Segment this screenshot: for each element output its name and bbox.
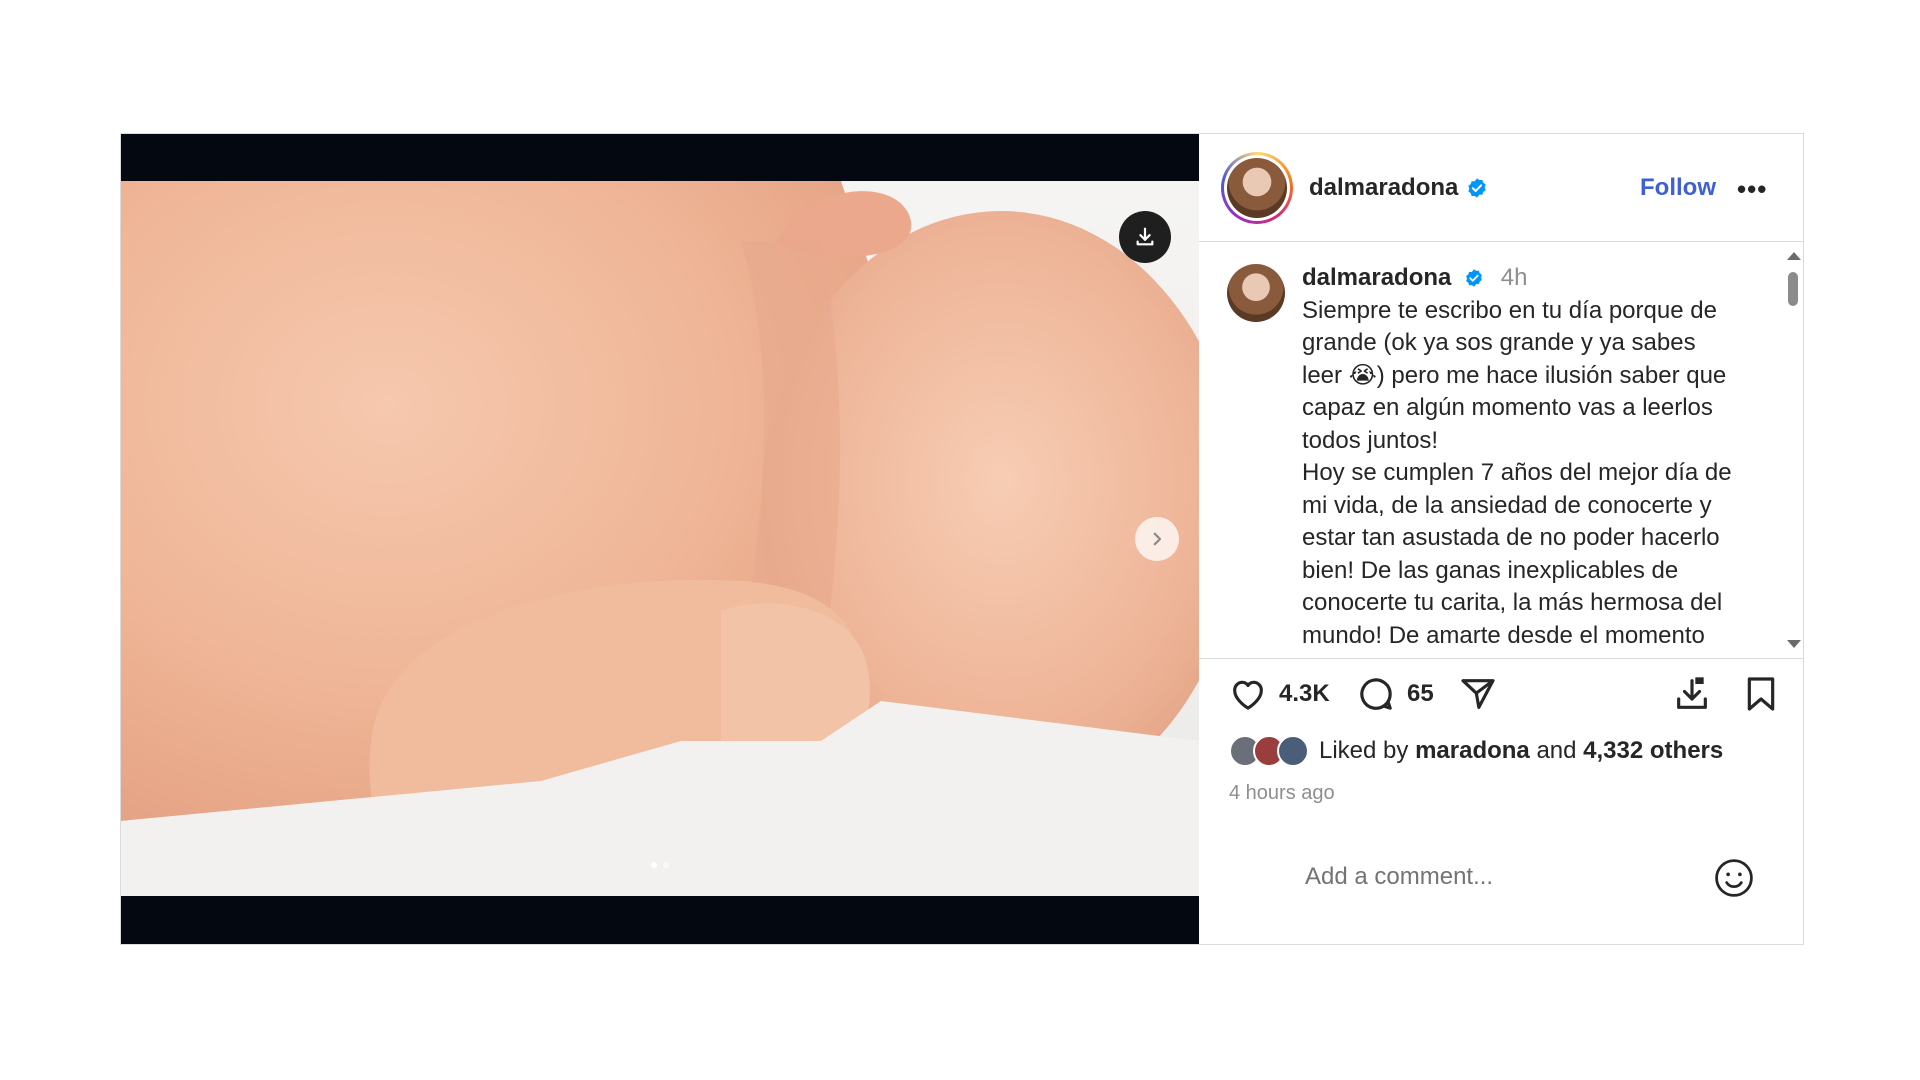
post-photo (121, 181, 1199, 896)
scroll-down-arrow[interactable] (1787, 640, 1801, 648)
likes-count[interactable]: 4.3K (1279, 680, 1330, 708)
caption-scrollbar[interactable] (1783, 242, 1803, 658)
comment-action[interactable]: 65 (1355, 674, 1434, 714)
liked-by-and: and (1536, 737, 1577, 764)
carousel-dot (663, 862, 669, 868)
caption-scroll-area[interactable]: dalmaradona 4h Siempre te escribo en tu … (1199, 242, 1803, 659)
verified-badge-icon (1468, 178, 1487, 198)
carousel-dots (121, 862, 1199, 868)
post-header: dalmaradona Follow ••• (1199, 134, 1803, 242)
download-icon[interactable] (1671, 674, 1713, 714)
liked-by-others-link[interactable]: 4,332 others (1583, 737, 1723, 765)
post-card: dalmaradona Follow ••• dalmaradona 4h Si… (120, 133, 1804, 945)
profile-avatar[interactable] (1221, 152, 1293, 224)
avatar (1277, 735, 1309, 767)
caption-avatar[interactable] (1227, 264, 1285, 322)
send-icon[interactable] (1457, 674, 1499, 714)
liked-by-user-link[interactable]: maradona (1415, 737, 1530, 765)
bookmark-icon[interactable] (1741, 674, 1781, 714)
like-action[interactable]: 4.3K (1227, 674, 1330, 714)
caption-line: todos juntos! (1302, 426, 1439, 454)
post-sidebar: dalmaradona Follow ••• dalmaradona 4h Si… (1199, 134, 1803, 944)
scroll-thumb[interactable] (1788, 272, 1798, 306)
verified-badge-icon (1466, 269, 1482, 287)
scroll-up-arrow[interactable] (1787, 252, 1801, 260)
save-media-action[interactable] (1671, 674, 1713, 714)
caption-line: mi vida, de la ansiedad de conocerte y (1302, 491, 1712, 519)
caption-line: estar tan asustada de no poder hacerlo (1302, 524, 1720, 551)
caption-text: dalmaradona 4h Siempre te escribo en tu … (1302, 262, 1772, 652)
liked-by-prefix: Liked by (1319, 737, 1409, 764)
liked-by-row: Liked by maradona and 4,332 others (1229, 734, 1723, 768)
post-media[interactable] (121, 134, 1199, 944)
more-options-button[interactable]: ••• (1737, 174, 1767, 205)
caption-line: mundo! De amarte desde el momento (1302, 621, 1705, 649)
caption-line: bien! De las ganas inexplicables de (1302, 556, 1679, 584)
caption-username[interactable]: dalmaradona (1302, 264, 1451, 291)
caption-line: Hoy se cumplen 7 años del mejor día de (1302, 459, 1732, 486)
share-action[interactable] (1457, 674, 1499, 714)
caption-time[interactable]: 4h (1501, 264, 1528, 291)
comment-composer (1199, 834, 1803, 944)
comments-count[interactable]: 65 (1407, 680, 1434, 708)
media-download-button[interactable] (1119, 211, 1171, 263)
comment-input[interactable] (1303, 854, 1697, 900)
follow-button[interactable]: Follow (1640, 174, 1716, 202)
caption-line: Siempre te escribo en tu día porque de (1302, 296, 1717, 324)
caption-line: capaz en algún momento vas a leerlos (1302, 394, 1713, 421)
username-text[interactable]: dalmaradona (1309, 174, 1458, 202)
download-icon (1136, 227, 1154, 246)
comment-bubble-icon[interactable] (1355, 674, 1397, 714)
header-username[interactable]: dalmaradona (1309, 174, 1488, 202)
chevron-right-icon (1153, 532, 1162, 546)
liked-by-avatars[interactable] (1229, 735, 1309, 767)
avatar (1227, 158, 1287, 218)
next-media-button[interactable] (1135, 517, 1179, 561)
caption-line: leer 😭) pero me hace ilusión saber que (1302, 361, 1727, 389)
avatar (1227, 264, 1285, 322)
post-actions: 4.3K 65 (1199, 674, 1803, 734)
caption-line: grande (ok ya sos grande y ya sabes (1302, 329, 1696, 356)
carousel-dot (651, 862, 657, 868)
post-time-ago[interactable]: 4 hours ago (1229, 782, 1335, 805)
heart-icon[interactable] (1227, 674, 1269, 714)
bookmark-action[interactable] (1741, 674, 1781, 714)
caption-line: conocerte tu carita, la más hermosa del (1302, 589, 1723, 616)
smiley-icon[interactable] (1712, 856, 1756, 900)
